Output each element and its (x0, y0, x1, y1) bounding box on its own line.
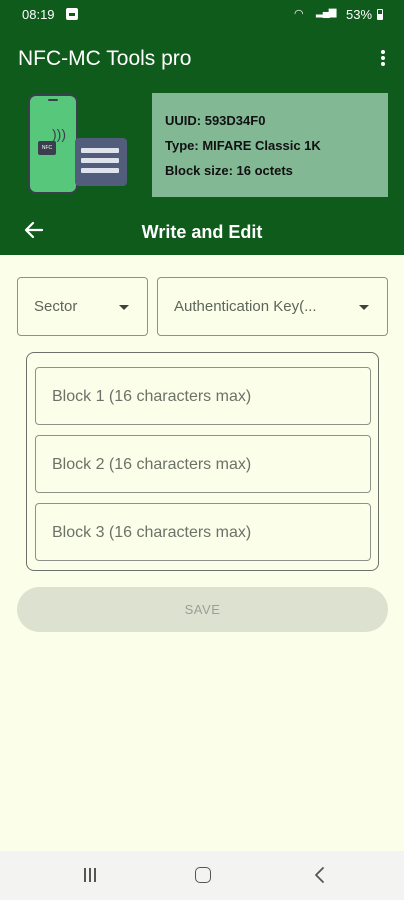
recents-icon[interactable] (83, 868, 97, 882)
block-3-input[interactable]: Block 3 (16 characters max) (35, 503, 371, 561)
app-title: NFC-MC Tools pro (18, 47, 192, 70)
authentication-key-label: Authentication Key(... (174, 298, 317, 315)
block-1-input[interactable]: Block 1 (16 characters max) (35, 367, 371, 425)
section-nav: Write and Edit (0, 208, 404, 252)
battery-icon (377, 9, 383, 20)
overflow-menu-icon[interactable] (380, 50, 386, 68)
sector-label: Sector (34, 298, 78, 315)
image-notification-icon (66, 8, 78, 20)
chevron-down-icon (359, 305, 369, 310)
card-icon (75, 138, 127, 186)
tag-block-size: Block size: 16 octets (165, 163, 293, 178)
tag-info-header: ))) NFC UUID: 593D34F0 Type: MIFARE Clas… (0, 90, 404, 255)
tag-type: Type: MIFARE Classic 1K (165, 138, 321, 153)
system-navigation-bar (0, 851, 404, 900)
phone-icon: ))) NFC (28, 94, 78, 194)
app-bar: NFC-MC Tools pro (0, 30, 404, 90)
chevron-down-icon (119, 305, 129, 310)
nfc-waves-icon: ))) (52, 126, 66, 142)
block-1-placeholder: Block 1 (16 characters max) (52, 388, 252, 405)
block-2-placeholder: Block 2 (16 characters max) (52, 456, 252, 473)
blocks-card: Block 1 (16 characters max) Block 2 (16 … (26, 352, 379, 571)
signal-icon: ▂▄▆ (316, 7, 336, 18)
block-3-placeholder: Block 3 (16 characters max) (52, 524, 252, 541)
save-button[interactable]: SAVE (17, 587, 388, 632)
tag-uuid: UUID: 593D34F0 (165, 113, 266, 128)
nfc-illustration: ))) NFC (25, 94, 130, 196)
wifi-icon: ◠ (294, 8, 304, 20)
back-icon[interactable] (310, 865, 330, 885)
battery-percent: 53% (346, 7, 373, 22)
nfc-chip-icon: NFC (38, 141, 56, 155)
authentication-key-dropdown[interactable]: Authentication Key(... (157, 277, 388, 336)
status-time: 08:19 (22, 7, 55, 22)
block-2-input[interactable]: Block 2 (16 characters max) (35, 435, 371, 493)
tag-info-box: UUID: 593D34F0 Type: MIFARE Classic 1K B… (152, 93, 388, 197)
home-icon[interactable] (195, 867, 211, 883)
sector-dropdown[interactable]: Sector (17, 277, 148, 336)
section-title: Write and Edit (141, 222, 263, 242)
status-bar: 08:19 ◠ ▂▄▆ 53% (0, 0, 404, 30)
